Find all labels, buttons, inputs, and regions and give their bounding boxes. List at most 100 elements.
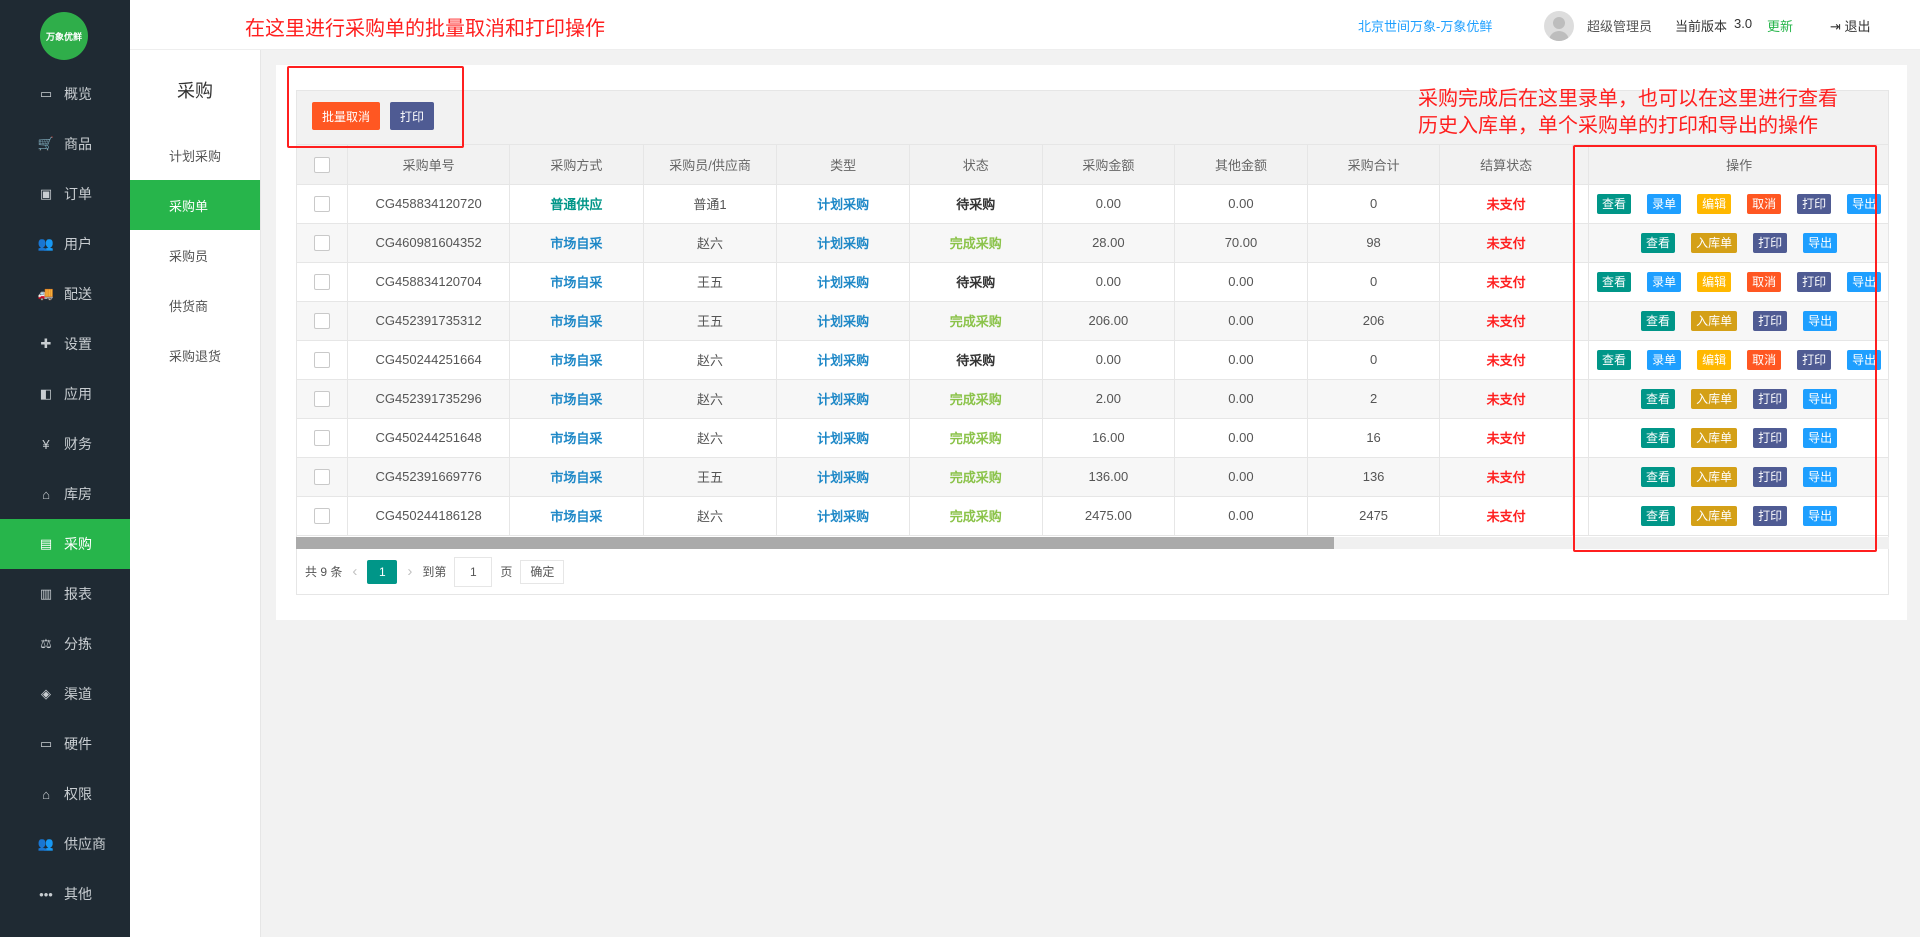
submenu-item-3[interactable]: 供货商: [130, 280, 260, 330]
annotation-toolbar-note: 在这里进行采购单的批量取消和打印操作: [245, 18, 605, 40]
amount-text: 16.00: [1092, 430, 1125, 445]
method-cell: 市场自采: [509, 262, 644, 302]
type-cell: 计划采购: [776, 262, 910, 302]
next-page-icon[interactable]: ›: [407, 563, 412, 580]
other-amount-cell: 70.00: [1174, 223, 1308, 263]
row-checkbox[interactable]: [314, 507, 331, 524]
type-text: 计划采购: [817, 431, 870, 446]
row-checkbox[interactable]: [314, 234, 331, 251]
update-link[interactable]: 更新: [1767, 16, 1793, 35]
annotation-box-toolbar: [287, 66, 464, 148]
buyer-text: 赵六: [697, 236, 724, 251]
amount-text: 206.00: [1088, 313, 1129, 328]
total-count: 共 9 条: [305, 565, 343, 579]
goto-page-input[interactable]: 1: [454, 556, 493, 587]
sidebar-item-5[interactable]: ✚ 设置: [0, 319, 130, 369]
type-cell: 计划采购: [776, 418, 910, 458]
amount-cell: 0.00: [1042, 262, 1176, 302]
sidebar-item-2[interactable]: ▣ 订单: [0, 169, 130, 219]
sidebar-item-13[interactable]: ▭ 硬件: [0, 719, 130, 769]
submenu-item-1[interactable]: 采购单: [130, 180, 260, 230]
header-method: 采购方式: [509, 145, 644, 185]
current-page[interactable]: 1: [367, 559, 398, 584]
sidebar-item-10[interactable]: ▥ 报表: [0, 569, 130, 619]
method-cell: 市场自采: [509, 301, 644, 341]
settle-text: 未支付: [1486, 236, 1526, 251]
submenu-item-4[interactable]: 采购退货: [130, 330, 260, 380]
method-cell: 市场自采: [509, 457, 644, 497]
goto-label: 到第: [422, 565, 447, 579]
total-cell: 0: [1307, 184, 1441, 224]
method-text: 市场自采: [550, 509, 603, 524]
avatar[interactable]: [1544, 11, 1574, 41]
sidebar-item-12[interactable]: ◈ 渠道: [0, 669, 130, 719]
logo[interactable]: 万象优鲜: [40, 12, 88, 60]
other-amount-cell: 0.00: [1174, 379, 1308, 419]
sidebar-item-9[interactable]: ▤ 采购: [0, 519, 130, 569]
status-text: 待采购: [956, 197, 996, 212]
logout-button[interactable]: ⇥ 退出: [1830, 16, 1871, 35]
sidebar-item-0[interactable]: ▭ 概览: [0, 69, 130, 119]
sidebar-item-7[interactable]: ¥ 财务: [0, 419, 130, 469]
monitor-icon: ▭: [39, 86, 53, 101]
order-no-text: CG452391735296: [375, 391, 482, 406]
total-cell: 2: [1307, 379, 1441, 419]
amount-text: 2.00: [1095, 391, 1121, 406]
submenu-item-2[interactable]: 采购员: [130, 230, 260, 280]
sidebar-item-label: 采购: [64, 536, 92, 552]
row-checkbox[interactable]: [314, 195, 331, 212]
order-no-text: CG450244251664: [375, 352, 482, 367]
submenu-list: 计划采购 采购单 采购员 供货商 采购退货: [130, 130, 260, 380]
settle-text: 未支付: [1486, 470, 1526, 485]
sidebar-item-16[interactable]: ••• 其他: [0, 869, 130, 919]
row-checkbox[interactable]: [314, 273, 331, 290]
method-text: 市场自采: [550, 314, 603, 329]
sidebar-item-label: 应用: [64, 386, 92, 402]
logout-icon: ⇥: [1830, 19, 1841, 34]
order-no-text: CG450244251648: [375, 430, 482, 445]
method-cell: 市场自采: [509, 223, 644, 263]
admin-name[interactable]: 超级管理员: [1587, 16, 1652, 35]
other-amount-text: 0.00: [1228, 508, 1254, 523]
sidebar-item-label: 权限: [64, 786, 92, 802]
type-cell: 计划采购: [776, 457, 910, 497]
buyer-cell: 王五: [643, 262, 778, 302]
sidebar-item-14[interactable]: ⌂ 权限: [0, 769, 130, 819]
prev-page-icon[interactable]: ‹: [352, 563, 357, 580]
sidebar-item-8[interactable]: ⌂ 库房: [0, 469, 130, 519]
submenu-item-0[interactable]: 计划采购: [130, 130, 260, 180]
settle-cell: 未支付: [1439, 379, 1573, 419]
other-amount-text: 0.00: [1228, 313, 1254, 328]
users-icon: 👥: [37, 236, 55, 251]
row-checkbox[interactable]: [314, 429, 331, 446]
select-all-checkbox[interactable]: [314, 156, 331, 173]
total-cell: 0: [1307, 340, 1441, 380]
scale-icon: ⚖: [40, 636, 52, 651]
company-name[interactable]: 北京世间万象-万象优鲜: [1358, 16, 1492, 35]
sidebar-item-4[interactable]: 🚚 配送: [0, 269, 130, 319]
sidebar-item-6[interactable]: ◧ 应用: [0, 369, 130, 419]
goto-confirm-button[interactable]: 确定: [520, 559, 565, 584]
sidebar-item-label: 库房: [64, 486, 92, 502]
cube-icon: ◈: [41, 686, 51, 701]
settle-cell: 未支付: [1439, 496, 1573, 536]
sidebar-item-1[interactable]: 🛒 商品: [0, 119, 130, 169]
row-checkbox[interactable]: [314, 351, 331, 368]
sidebar-item-15[interactable]: 👥 供应商: [0, 819, 130, 869]
header-other: 其他金额: [1174, 145, 1308, 185]
other-amount-text: 0.00: [1228, 469, 1254, 484]
sidebar-item-3[interactable]: 👥 用户: [0, 219, 130, 269]
pagination: 共 9 条 ‹ 1 › 到第 1 页 确定: [296, 549, 1889, 595]
cart-icon: 🛒: [37, 136, 55, 151]
row-checkbox[interactable]: [314, 468, 331, 485]
row-checkbox[interactable]: [314, 312, 331, 329]
status-cell: 完成采购: [909, 457, 1043, 497]
header-settle: 结算状态: [1439, 145, 1573, 185]
type-cell: 计划采购: [776, 184, 910, 224]
horizontal-scrollbar[interactable]: [296, 537, 1334, 549]
settle-text: 未支付: [1486, 392, 1526, 407]
sidebar-item-11[interactable]: ⚖ 分拣: [0, 619, 130, 669]
row-checkbox[interactable]: [314, 390, 331, 407]
home-icon: ⌂: [42, 486, 50, 502]
page-label: 页: [500, 565, 513, 579]
